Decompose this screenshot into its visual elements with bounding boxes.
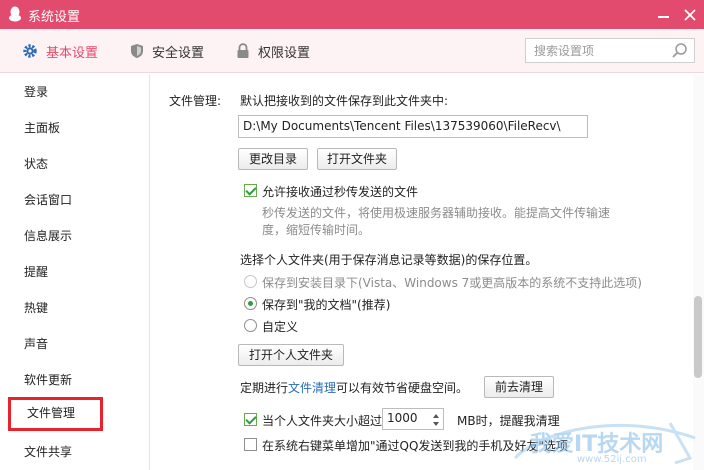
size-remind-checkbox[interactable] <box>244 413 257 426</box>
sidebar-item-info-display[interactable]: 信息展示 <box>0 220 149 252</box>
minimize-button[interactable] <box>652 0 676 29</box>
open-folder-button[interactable]: 打开文件夹 <box>317 148 397 170</box>
gear-icon <box>23 44 37 58</box>
scrollbar-thumb[interactable] <box>694 296 702 378</box>
sidebar-item-main-panel[interactable]: 主面板 <box>0 112 149 144</box>
sidebar: 登录 主面板 状态 会话窗口 信息展示 提醒 热键 声音 软件更新 文件管理 文… <box>0 74 150 470</box>
radio-install-dir[interactable] <box>244 275 257 288</box>
folder-size-value[interactable]: 1000 <box>387 411 418 425</box>
tab-label: 权限设置 <box>258 45 311 61</box>
window-title: 系统设置 <box>28 10 81 25</box>
search-box <box>525 38 695 63</box>
go-cleanup-button[interactable]: 前去清理 <box>484 376 554 398</box>
context-menu-checkbox[interactable] <box>244 438 257 451</box>
save-location-label: 默认把接收到的文件保存到此文件夹中: <box>240 94 449 108</box>
chevron-down-icon[interactable] <box>431 420 441 429</box>
cleanup-suffix: 可以有效节省硬盘空间。 <box>336 381 469 395</box>
settings-content: 文件管理: 默认把接收到的文件保存到此文件夹中: D:\My Documents… <box>151 74 704 470</box>
sidebar-item-software-update[interactable]: 软件更新 <box>0 364 149 396</box>
sidebar-item-hotkeys[interactable]: 热键 <box>0 292 149 324</box>
sidebar-item-status[interactable]: 状态 <box>0 148 149 180</box>
open-personal-folder-button[interactable]: 打开个人文件夹 <box>238 344 344 366</box>
file-cleanup-link[interactable]: 文件清理 <box>288 381 336 395</box>
tab-permission-settings[interactable]: 权限设置 <box>236 29 310 73</box>
section-label: 文件管理: <box>169 94 222 108</box>
secpass-description-cont: 度，缩短传输时间。 <box>262 223 371 237</box>
option-my-documents-label: 保存到"我的文档"(推荐) <box>262 298 391 312</box>
lock-icon <box>237 43 249 58</box>
search-input[interactable] <box>526 39 666 62</box>
watermark: 我爱IT技术网 www.52ij.com <box>505 418 704 470</box>
allow-secpass-label: 允许接收通过秒传发送的文件 <box>262 185 419 199</box>
search-icon[interactable] <box>671 42 689 60</box>
tab-label: 安全设置 <box>152 45 205 61</box>
tab-label: 基本设置 <box>46 45 99 61</box>
option-custom-label: 自定义 <box>262 320 299 334</box>
sidebar-item-reminders[interactable]: 提醒 <box>0 256 149 288</box>
cleanup-hint: 定期进行文件清理可以有效节省硬盘空间。 <box>240 379 468 396</box>
radio-my-documents[interactable] <box>244 297 257 310</box>
sidebar-item-file-sharing[interactable]: 文件共享 <box>0 436 149 468</box>
sidebar-item-file-management[interactable]: 文件管理 <box>8 397 103 431</box>
cleanup-prefix: 定期进行 <box>240 381 289 395</box>
option-install-dir-label: 保存到安装目录下(Vista、Windows 7或更高版本的系统不支持此选项) <box>262 276 642 290</box>
shield-icon <box>131 44 143 58</box>
folder-size-stepper[interactable]: 1000 <box>382 408 444 430</box>
scrollbar-track[interactable] <box>693 74 704 470</box>
close-icon <box>684 9 696 21</box>
tab-bar: 基本设置 安全设置 权限设置 <box>0 29 704 73</box>
change-directory-button[interactable]: 更改目录 <box>238 148 308 170</box>
close-button[interactable] <box>678 0 702 29</box>
personal-folder-label: 选择个人文件夹(用于保存消息记录等数据)的保存位置。 <box>240 253 538 267</box>
radio-custom[interactable] <box>244 319 257 332</box>
tab-security-settings[interactable]: 安全设置 <box>130 29 204 73</box>
watermark-url: www.52ij.com <box>577 454 647 465</box>
allow-secpass-checkbox[interactable] <box>244 184 257 197</box>
size-remind-label: 当个人文件夹大小超过 <box>262 414 383 428</box>
sidebar-item-sound[interactable]: 声音 <box>0 328 149 360</box>
tab-basic-settings[interactable]: 基本设置 <box>22 29 98 73</box>
save-path-field[interactable]: D:\My Documents\Tencent Files\137539060\… <box>238 115 588 138</box>
title-bar: 系统设置 <box>0 0 704 29</box>
sidebar-item-login[interactable]: 登录 <box>0 76 149 108</box>
qq-penguin-icon <box>9 6 21 22</box>
chevron-up-icon[interactable] <box>431 411 441 420</box>
secpass-description: 秒传发送的文件，将使用极速服务器辅助接收。能提高文件传输速 <box>262 206 611 220</box>
sidebar-item-chat-window[interactable]: 会话窗口 <box>0 184 149 216</box>
